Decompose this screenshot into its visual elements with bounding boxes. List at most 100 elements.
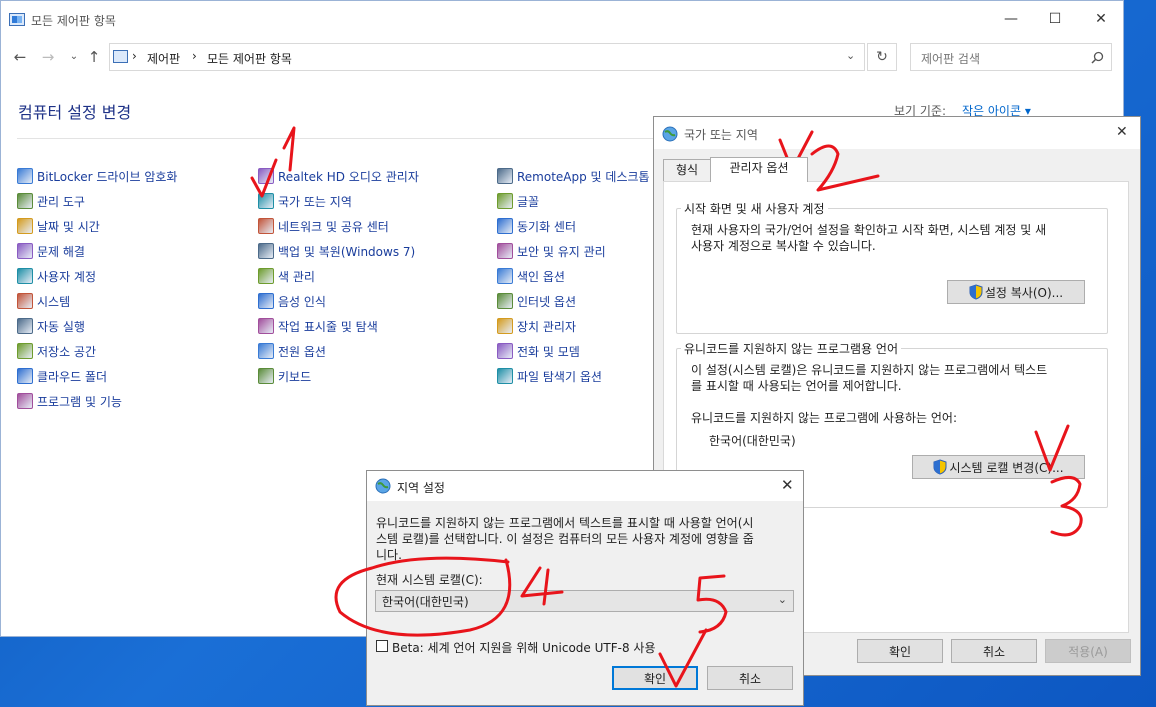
control-panel-item[interactable]: 파일 탐색기 옵션 [497,366,602,386]
desc-line: 사용자 계정으로 복사할 수 있습니다. [691,239,876,253]
control-panel-item-icon [17,218,33,234]
ok-button[interactable]: 확인 [612,666,698,690]
control-panel-item-icon [497,293,513,309]
control-panel-item[interactable]: 프로그램 및 기능 [17,391,122,411]
control-panel-item[interactable]: 장치 관리자 [497,316,576,336]
control-panel-item[interactable]: 날짜 및 시간 [17,216,100,236]
address-bar[interactable]: › 제어판 › 모든 제어판 항목 ⌄ [109,43,865,71]
up-arrow-icon[interactable]: ↑ [85,47,103,67]
control-panel-item[interactable]: 자동 실행 [17,316,85,336]
chevron-down-icon: ⌄ [777,593,787,606]
control-panel-item-icon [17,168,33,184]
chevron-right-icon: › [132,49,137,63]
desc-line: 스템 로캘)를 선택합니다. 이 설정은 컴퓨터의 모든 사용자 계정에 영향을… [376,532,754,546]
control-panel-item[interactable]: 사용자 계정 [17,266,96,286]
control-panel-item-icon [258,368,274,384]
maximize-button[interactable]: ☐ [1045,9,1065,29]
minimize-button[interactable]: — [1001,9,1021,29]
button-label: 설정 복사(O)... [984,285,1064,300]
locale-label: 현재 시스템 로캘(C): [376,573,483,587]
group-title: 시작 화면 및 새 사용자 계정 [681,200,828,217]
button-label: 취소 [738,671,762,686]
button-label: 적용(A) [1068,644,1108,659]
tab-label: 형식 [675,163,699,177]
system-locale-select[interactable]: 한국어(대한민국) ⌄ [375,590,794,612]
control-panel-item-label: 전화 및 모뎀 [517,344,580,359]
settings-description: 유니코드를 지원하지 않는 프로그램에서 텍스트를 표시할 때 사용할 언어(시… [376,515,798,563]
control-panel-item[interactable]: BitLocker 드라이브 암호화 [17,166,177,186]
control-panel-item[interactable]: Realtek HD 오디오 관리자 [258,166,419,186]
control-panel-item-icon [497,218,513,234]
control-panel-item[interactable]: 키보드 [258,366,311,386]
control-panel-item[interactable]: 클라우드 폴더 [17,366,107,386]
control-panel-item[interactable]: 글꼴 [497,191,539,211]
control-panel-item-label: 글꼴 [517,194,540,209]
control-panel-item[interactable]: 국가 또는 지역 [258,191,352,211]
control-panel-item[interactable]: 전원 옵션 [258,341,326,361]
control-panel-item-icon [258,218,274,234]
ok-button[interactable]: 확인 [857,639,943,663]
control-panel-item-icon [17,368,33,384]
selected-locale: 한국어(대한민국) [382,594,469,609]
cancel-button[interactable]: 취소 [951,639,1037,663]
uac-shield-icon [933,459,947,475]
back-arrow-icon[interactable]: ← [11,47,29,67]
control-panel-item[interactable]: 인터넷 옵션 [497,291,576,311]
control-panel-item[interactable]: 색 관리 [258,266,315,286]
recent-dropdown-icon[interactable]: ⌄ [65,47,83,67]
control-panel-item[interactable]: 백업 및 복원(Windows 7) [258,241,415,261]
control-panel-item[interactable]: 시스템 [17,291,70,311]
change-system-locale-button[interactable]: 시스템 로캘 변경(C)... [912,455,1085,479]
control-panel-item-label: RemoteApp 및 데스크톱 [517,169,650,184]
control-panel-item-icon [258,268,274,284]
control-panel-item-icon [17,318,33,334]
control-panel-item-icon [17,293,33,309]
control-panel-item-icon [17,193,33,209]
control-panel-item[interactable]: 문제 해결 [17,241,85,261]
cancel-button[interactable]: 취소 [707,666,793,690]
refresh-icon[interactable]: ↻ [867,43,897,71]
breadcrumb-item[interactable]: 모든 제어판 항목 [207,50,292,67]
divider [17,138,657,139]
close-icon[interactable]: ✕ [1116,124,1128,140]
breadcrumb-item[interactable]: 제어판 [147,50,180,67]
control-panel-icon [113,50,128,63]
button-label: 취소 [982,644,1006,659]
close-button[interactable]: ✕ [1091,9,1111,29]
dialog-title: 국가 또는 지역 [684,128,758,142]
control-panel-item-label: 동기화 센터 [517,219,577,234]
control-panel-item-label: 키보드 [278,369,312,384]
search-input[interactable]: 제어판 검색 [910,43,1112,71]
control-panel-item-label: 관리 도구 [37,194,85,209]
control-panel-item-icon [497,193,513,209]
control-panel-item-icon [497,368,513,384]
control-panel-item-label: Realtek HD 오디오 관리자 [278,169,419,184]
control-panel-item-icon [497,318,513,334]
group-title: 유니코드를 지원하지 않는 프로그램용 언어 [681,340,901,357]
dialog-title: 지역 설정 [397,481,445,495]
control-panel-item[interactable]: RemoteApp 및 데스크톱 [497,166,650,186]
page-title: 컴퓨터 설정 변경 [18,103,132,122]
utf8-beta-checkbox[interactable] [376,640,388,652]
control-panel-item-label: 보안 및 유지 관리 [517,244,606,259]
tab-admin-options[interactable]: 관리자 옵션 [710,157,808,182]
apply-button[interactable]: 적용(A) [1045,639,1131,663]
chevron-down-icon[interactable]: ⌄ [846,49,855,62]
control-panel-item[interactable]: 관리 도구 [17,191,85,211]
control-panel-item-icon [497,343,513,359]
control-panel-item[interactable]: 작업 표시줄 및 탐색 [258,316,378,336]
control-panel-item[interactable]: 네트워크 및 공유 센터 [258,216,389,236]
tab-format[interactable]: 형식 [663,159,711,182]
control-panel-item[interactable]: 보안 및 유지 관리 [497,241,606,261]
control-panel-item-icon [258,293,274,309]
control-panel-item[interactable]: 색인 옵션 [497,266,565,286]
copy-settings-button[interactable]: 설정 복사(O)... [947,280,1085,304]
control-panel-item[interactable]: 동기화 센터 [497,216,576,236]
control-panel-item[interactable]: 전화 및 모뎀 [497,341,580,361]
close-icon[interactable]: ✕ [781,476,794,494]
forward-arrow-icon[interactable]: → [39,47,57,67]
control-panel-item[interactable]: 음성 인식 [258,291,326,311]
control-panel-item[interactable]: 저장소 공간 [17,341,96,361]
control-panel-item-icon [258,168,274,184]
globe-icon [662,126,678,142]
